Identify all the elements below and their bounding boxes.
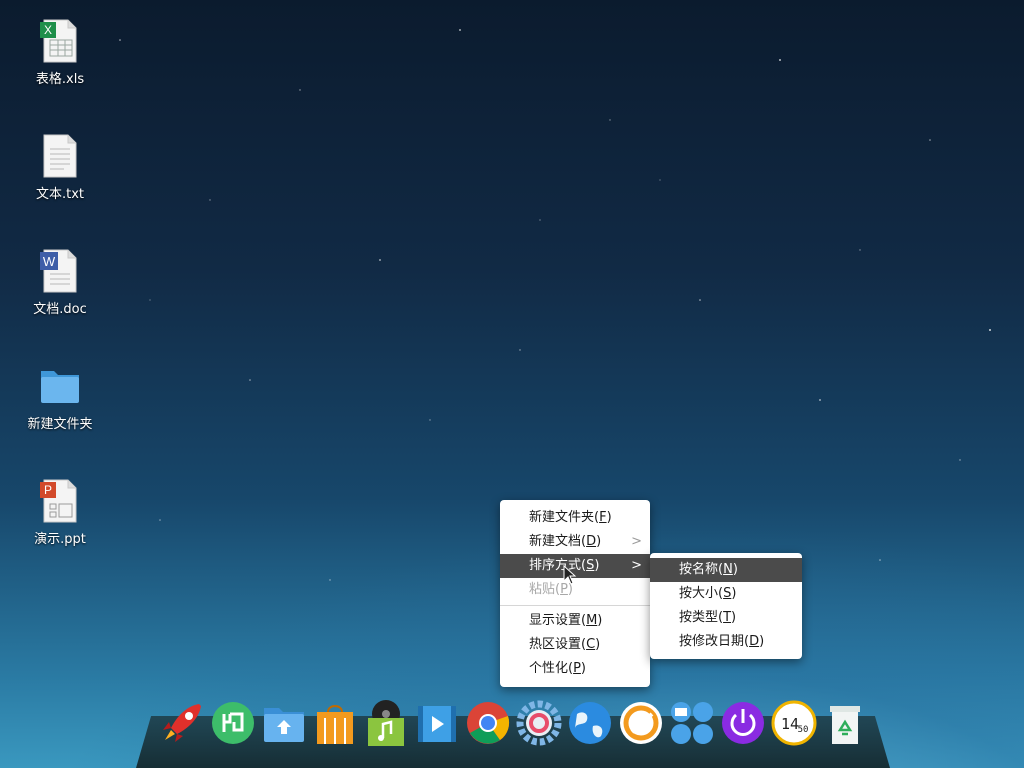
presentation-file-icon: P [40, 479, 77, 523]
menu-separator [500, 605, 650, 606]
dock-file-manager[interactable] [261, 700, 307, 746]
menu-item-label: 按类型( [679, 610, 724, 625]
svg-text:X: X [44, 23, 52, 37]
menu-item-sort-by-type[interactable]: 按类型(T) [650, 606, 802, 630]
desktop-icon-label: 新建文件夹 [27, 417, 93, 432]
menu-item-label: 按名称( [679, 562, 724, 577]
desktop-context-menu: 新建文件夹(F) 新建文档(D) > 排序方式(S) > 粘贴(P) 显示设置(… [500, 500, 650, 687]
word-document-icon: W [40, 249, 77, 293]
menu-item-shortcut: D [749, 634, 760, 649]
menu-item-label-end: ) [731, 610, 737, 625]
menu-item-shortcut: D [586, 534, 597, 549]
svg-text:W: W [43, 254, 56, 269]
menu-item-label-end: ) [580, 661, 586, 676]
menu-item-label-end: ) [732, 562, 738, 577]
menu-item-shortcut: F [599, 510, 607, 525]
dock-input-method[interactable] [669, 700, 715, 746]
dock-trash[interactable] [822, 700, 868, 746]
menu-item-label-end: ) [596, 534, 602, 549]
svg-text:P: P [44, 483, 52, 497]
dock-settings[interactable] [516, 700, 562, 746]
desktop-icon-text[interactable]: 文本.txt [20, 133, 100, 233]
dock-chrome[interactable] [465, 700, 511, 746]
desktop-icon-label: 文档.doc [33, 302, 87, 317]
submenu-arrow-icon: > [631, 534, 642, 549]
menu-item-display-settings[interactable]: 显示设置(M) [500, 609, 650, 633]
submenu-arrow-icon: > [631, 558, 642, 573]
menu-item-label: 热区设置( [529, 637, 587, 652]
menu-item-personalize[interactable]: 个性化(P) [500, 657, 650, 681]
menu-item-label: 排序方式( [529, 558, 587, 573]
mouse-cursor-icon [563, 565, 577, 585]
desktop-icon-label: 表格.xls [35, 72, 85, 87]
desktop-icon-label: 演示.ppt [34, 532, 86, 547]
dock-video-player[interactable] [414, 700, 460, 746]
desktop-icon-label: 文本.txt [35, 187, 85, 202]
menu-item-label: 粘贴( [529, 582, 561, 597]
sort-submenu: 按名称(N) 按大小(S) 按类型(T) 按修改日期(D) [650, 553, 802, 659]
dock-app-store[interactable] [210, 700, 256, 746]
menu-item-label-end: ) [759, 634, 765, 649]
menu-item-new-document[interactable]: 新建文档(D) > [500, 530, 650, 554]
file-manager-icon [264, 708, 304, 742]
menu-item-sort-by-modified-date[interactable]: 按修改日期(D) [650, 630, 802, 654]
settings-gear-icon [516, 700, 562, 746]
menu-item-label-end: ) [597, 613, 603, 628]
clock-minute-text: 50 [798, 725, 809, 735]
input-method-icon [671, 702, 713, 744]
menu-item-label-end: ) [731, 586, 737, 601]
menu-item-sort-by-name[interactable]: 按名称(N) [650, 558, 802, 582]
menu-item-shortcut: N [723, 562, 733, 577]
dock-power[interactable] [720, 700, 766, 746]
dock-clock[interactable]: 14 50 [771, 700, 817, 746]
dock-launcher[interactable] [159, 700, 205, 746]
dock-store-bag[interactable] [312, 700, 358, 746]
menu-item-shortcut: M [586, 613, 598, 628]
video-player-icon [418, 706, 456, 742]
launcher-rocket-icon [163, 704, 201, 742]
menu-item-label: 显示设置( [529, 613, 587, 628]
trash-icon [830, 706, 860, 744]
menu-item-label-end: ) [606, 510, 612, 525]
menu-item-label: 新建文件夹( [529, 510, 600, 525]
menu-item-label: 新建文档( [529, 534, 587, 549]
menu-item-shortcut: C [586, 637, 596, 652]
menu-item-label: 个性化( [529, 661, 574, 676]
desktop-icon-spreadsheet[interactable]: X 表格.xls [20, 18, 100, 118]
desktop-icon-folder[interactable]: 新建文件夹 [20, 363, 100, 463]
menu-item-sort-by-size[interactable]: 按大小(S) [650, 582, 802, 606]
music-player-icon [368, 700, 404, 746]
store-bag-icon [317, 705, 353, 744]
app-store-icon [212, 702, 254, 744]
menu-item-hot-corner-settings[interactable]: 热区设置(C) [500, 633, 650, 657]
menu-item-label-end: ) [594, 558, 600, 573]
menu-item-shortcut: T [723, 610, 732, 625]
desktop-icon-presentation[interactable]: P 演示.ppt [20, 478, 100, 578]
menu-item-new-folder[interactable]: 新建文件夹(F) [500, 506, 650, 530]
desktop-icon-document[interactable]: W 文档.doc [20, 248, 100, 348]
clock-icon: 14 50 [771, 700, 817, 746]
menu-item-label-end: ) [595, 637, 601, 652]
dock-screenshot[interactable] [618, 700, 664, 746]
spreadsheet-file-icon: X [40, 19, 77, 63]
dock-internet[interactable] [567, 700, 613, 746]
dock-music-player[interactable] [363, 700, 409, 746]
internet-globe-icon [569, 702, 611, 744]
folder-icon [41, 371, 79, 403]
clock-hour-text: 14 [781, 715, 799, 733]
menu-item-label: 按修改日期( [679, 634, 750, 649]
screenshot-icon [620, 702, 662, 744]
menu-item-label: 按大小( [679, 586, 724, 601]
chrome-browser-icon [467, 702, 510, 744]
text-file-icon [43, 134, 77, 178]
power-icon [722, 702, 764, 744]
menu-item-shortcut: P [573, 661, 581, 676]
